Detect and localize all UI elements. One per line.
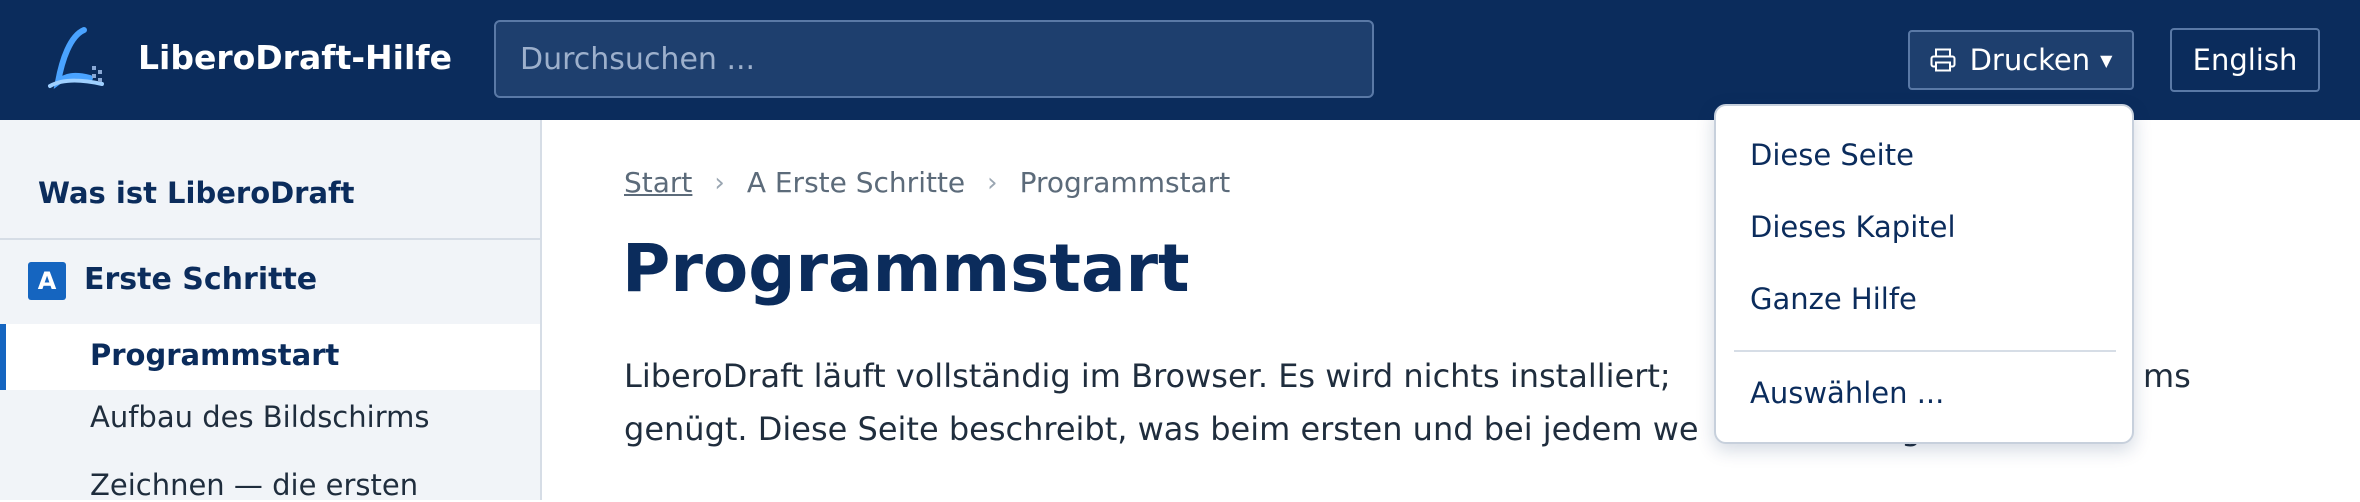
sidebar-item-label: Programmstart (90, 338, 340, 372)
menu-item-this-chapter[interactable]: Dieses Kapitel (1750, 210, 1956, 244)
breadcrumb-chapter-link[interactable]: A Erste Schritte (747, 166, 965, 199)
paragraph-line-1-end: ms (2143, 357, 2191, 395)
sidebar-divider (0, 238, 540, 240)
sidebar-chapter-erste-schritte[interactable]: Erste Schritte (84, 262, 317, 297)
liberodraft-logo-icon (48, 27, 104, 89)
print-label: Drucken (1969, 43, 2091, 77)
breadcrumb-separator-icon: › (714, 167, 725, 198)
menu-item-this-page[interactable]: Diese Seite (1750, 138, 1914, 172)
chapter-badge: A (28, 262, 66, 300)
menu-item-whole-help[interactable]: Ganze Hilfe (1750, 282, 1917, 316)
sidebar-item-programmstart[interactable]: Programmstart (0, 324, 540, 390)
breadcrumb-separator-icon: › (987, 167, 998, 198)
chevron-down-icon: ▼ (2100, 50, 2113, 70)
breadcrumb-home-link[interactable]: Start (624, 166, 692, 199)
printer-icon (1930, 48, 1956, 72)
sidebar: Was ist LiberoDraft A Erste Schritte Pro… (0, 120, 542, 502)
sidebar-item-intro[interactable]: Was ist LiberoDraft (38, 176, 355, 210)
paragraph-line-1: LiberoDraft läuft vollständig im Browser… (624, 357, 1671, 395)
sidebar-item-zeichnen[interactable]: Zeichnen — die ersten (90, 468, 418, 502)
sidebar-item-aufbau[interactable]: Aufbau des Bildschirms (90, 400, 429, 434)
menu-item-select[interactable]: Auswählen ... (1750, 376, 1944, 410)
language-button[interactable]: English (2170, 28, 2320, 92)
app-title[interactable]: LiberoDraft-Hilfe (138, 38, 452, 77)
top-bar: LiberoDraft-Hilfe Drucken ▼ English (0, 0, 2360, 120)
page-title: Programmstart (622, 230, 1190, 307)
search-input[interactable] (494, 20, 1374, 98)
menu-divider (1734, 350, 2116, 352)
paragraph-line-2: genügt. Diese Seite beschreibt, was beim… (624, 410, 1699, 448)
print-dropdown-menu: Diese Seite Dieses Kapitel Ganze Hilfe A… (1714, 104, 2134, 444)
print-button[interactable]: Drucken ▼ (1908, 30, 2134, 90)
breadcrumb-current: Programmstart (1019, 166, 1231, 199)
breadcrumb: Start › A Erste Schritte › Programmstart (624, 166, 1230, 199)
